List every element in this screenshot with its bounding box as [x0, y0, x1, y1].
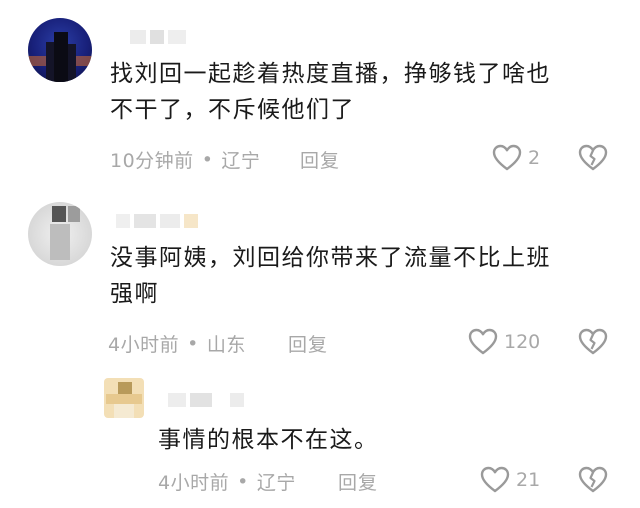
- like-button[interactable]: 21: [480, 466, 540, 494]
- comment-item: 找刘回一起趁着热度直播，挣够钱了啥也 不干了，不斥候他们了 10分钟前 • 辽宁…: [0, 0, 640, 190]
- location: 山东: [206, 334, 246, 356]
- comment-text: 找刘回一起趁着热度直播，挣够钱了啥也 不干了，不斥候他们了: [110, 56, 610, 128]
- reply-button[interactable]: 回复: [288, 330, 328, 357]
- broken-heart-icon: [578, 466, 608, 494]
- timestamp: 10分钟前: [110, 150, 194, 172]
- separator: •: [201, 148, 214, 171]
- username-blurred[interactable]: [168, 393, 244, 407]
- comment-text: 没事阿姨，刘回给你带来了流量不比上班 强啊: [110, 240, 610, 312]
- avatar[interactable]: [104, 378, 144, 418]
- comment-text-line: 事情的根本不在这。: [158, 427, 379, 453]
- separator: •: [237, 470, 249, 493]
- comment-meta: 4小时前 • 山东: [108, 330, 246, 357]
- timestamp: 4小时前: [108, 334, 180, 356]
- broken-heart-icon: [578, 144, 608, 172]
- like-button[interactable]: 2: [492, 144, 540, 172]
- comment-item: 没事阿姨，刘回给你带来了流量不比上班 强啊 4小时前 • 山东 回复 120: [0, 190, 640, 365]
- like-count: 21: [516, 469, 541, 491]
- reply-button[interactable]: 回复: [338, 468, 378, 495]
- username-blurred[interactable]: [116, 214, 198, 228]
- broken-heart-icon: [578, 328, 608, 356]
- heart-icon: [468, 328, 498, 356]
- reply-button[interactable]: 回复: [300, 146, 340, 173]
- comment-text-line: 不干了，不斥候他们了: [110, 97, 355, 123]
- comment-text-line: 强啊: [110, 281, 159, 307]
- like-count: 2: [528, 147, 541, 169]
- location: 辽宁: [256, 472, 296, 494]
- heart-icon: [480, 466, 510, 494]
- comment-text-line: 找刘回一起趁着热度直播，挣够钱了啥也: [110, 61, 551, 87]
- avatar[interactable]: [28, 18, 92, 82]
- username-blurred[interactable]: [130, 30, 186, 44]
- dislike-button[interactable]: [578, 144, 608, 172]
- comment-meta: 10分钟前 • 辽宁: [110, 146, 260, 173]
- reply-item: 事情的根本不在这。 4小时前 • 辽宁 回复 21: [0, 365, 640, 508]
- heart-icon: [492, 144, 522, 172]
- timestamp: 4小时前: [158, 472, 230, 494]
- comment-meta: 4小时前 • 辽宁: [158, 468, 296, 495]
- location: 辽宁: [221, 150, 261, 172]
- avatar[interactable]: [28, 202, 92, 266]
- dislike-button[interactable]: [578, 466, 608, 494]
- comment-text-line: 没事阿姨，刘回给你带来了流量不比上班: [110, 245, 551, 271]
- like-count: 120: [504, 331, 541, 353]
- dislike-button[interactable]: [578, 328, 608, 356]
- like-button[interactable]: 120: [468, 328, 540, 356]
- comment-text: 事情的根本不在这。: [158, 422, 598, 458]
- separator: •: [187, 332, 199, 355]
